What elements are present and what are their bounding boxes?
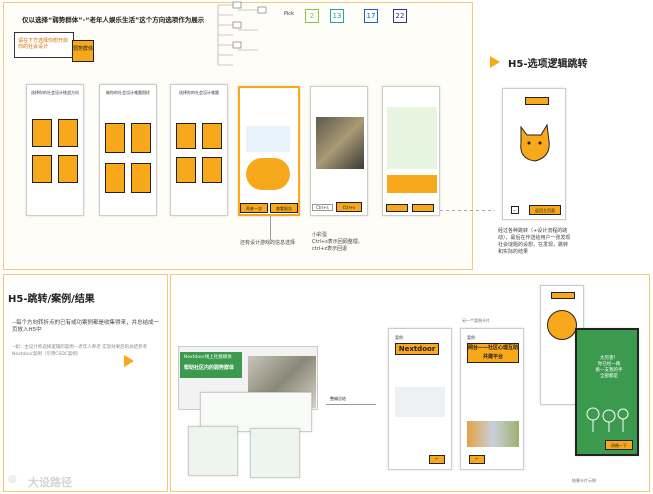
flow-card-4-image: [246, 158, 290, 190]
h5-cat-icon: [513, 121, 555, 165]
flow-card-6-chat: [387, 107, 437, 169]
result-characters: [583, 404, 633, 434]
more-label: 另一个案例卡片: [462, 318, 490, 323]
top-caption: 仅以选择“弱势群体”-“老年人娱乐生活”这个方向选项作为展示: [22, 16, 205, 24]
ctrl-key-2[interactable]: Ctrl+v: [336, 202, 362, 212]
flow-card-1-opt-b[interactable]: [58, 119, 78, 147]
result-back-cat: [547, 310, 577, 340]
result-text: 太厉害！ 你已经一路 挑一支我的手 全部都是: [595, 356, 623, 379]
flow-card-4: [238, 86, 300, 216]
flow-card-5-photo: [316, 117, 364, 169]
flow-card-3-opt-c[interactable]: [176, 157, 196, 183]
flow-card-6-banner: [387, 175, 437, 193]
case-card-2-photo: [467, 421, 519, 447]
web-subtitle: 帮助社区内的弱势群体: [184, 365, 235, 371]
case-card-2-back[interactable]: ←: [469, 455, 485, 464]
banner-text: 请在下方选择你想开启你的社会设计: [18, 38, 69, 50]
case-card-2-label: 案例: [467, 335, 475, 340]
case-card-1-title: Nextdoor: [395, 343, 439, 355]
case-card-1-label: 案例: [395, 335, 403, 340]
bottom-play-icon: [124, 355, 134, 367]
flow-card-1-opt-d[interactable]: [58, 155, 78, 183]
flow-card-2-opt-b[interactable]: [131, 123, 151, 153]
flow-card-3-opt-b[interactable]: [202, 123, 222, 149]
flow-tree: [213, 0, 273, 70]
pick-number-3: 17: [364, 9, 378, 23]
flow-card-2-opt-d[interactable]: [131, 163, 151, 193]
case-card-1: 案例 Nextdoor ←: [388, 328, 452, 470]
case-card-1-back[interactable]: ←: [429, 455, 445, 464]
summary-label: 整编总结: [330, 396, 346, 401]
pick-number-4: 22: [393, 9, 407, 23]
watermark-logo-icon: ◎: [8, 474, 17, 485]
bottom-desc: --每个方向转折点的已有或功案例都是收集得来，并总结成一页放入H5中: [12, 320, 159, 333]
h5-result-card: 返回主页面 ←: [502, 88, 566, 220]
other-note: 还有设计游戏的信息选择: [240, 240, 296, 246]
result-button[interactable]: 再做一下: [605, 440, 633, 450]
watermark: 大设路径: [28, 476, 72, 489]
flow-card-6: [382, 86, 440, 216]
bottom-desc-sub: --如：主设计师选择逻辑的案例—老年人养老·实现效果后的总结参考Nextdoor…: [12, 345, 148, 357]
flow-card-1-opt-a[interactable]: [32, 119, 52, 147]
flow-card-3-text: 选择你的社会设计难题: [179, 90, 219, 95]
flow-card-2: 被你的社会设计难题困扰: [99, 84, 157, 216]
web-card-2: [188, 426, 238, 476]
result-back-tag: [551, 292, 575, 299]
pick-number-2: 13: [330, 9, 344, 23]
ctrl-key-1[interactable]: Ctrl+s: [312, 204, 333, 211]
flow-card-3-opt-a[interactable]: [176, 123, 196, 149]
case-card-1-phones: [395, 387, 445, 417]
h5-tag: [525, 97, 549, 105]
web-card-3: [250, 428, 300, 478]
flow-card-1-opt-c[interactable]: [32, 155, 52, 183]
option-button-b[interactable]: [412, 204, 434, 212]
h5-play-icon: [490, 56, 500, 68]
flow-card-4-chart: [246, 126, 290, 152]
flow-card-1-text: 选择你的社会设计挑战方向: [31, 90, 79, 95]
flow-card-2-opt-a[interactable]: [105, 123, 125, 153]
result-caption: 结果卡片示例: [572, 478, 596, 483]
ctrl-note: 小彩蛋 Ctrl+s表示回顾整理。 ctrl+z表示回退: [312, 232, 363, 252]
flow-card-3: 选择你的社会设计难题: [170, 84, 228, 216]
case-card-2: 案例 网台——社区心理互助共建平台 ←: [460, 328, 524, 470]
web-title: Nextdoor线上社群媒体: [184, 355, 232, 360]
dashed-connector: [440, 210, 495, 211]
pick-number-1: 2: [305, 9, 319, 23]
restart-button[interactable]: 再来一次: [240, 203, 268, 213]
h5-back-button[interactable]: 返回主页面: [529, 205, 561, 215]
report-button[interactable]: 查看报告: [270, 203, 298, 213]
flow-card-5: [310, 86, 368, 216]
banner-button[interactable]: 弱势群体: [72, 40, 94, 62]
case-card-2-title: 网台——社区心理互助共建平台: [467, 343, 519, 363]
flow-card-2-opt-c[interactable]: [105, 163, 125, 193]
pick-label: Pick: [284, 11, 294, 17]
result-card-front: 太厉害！ 你已经一路 挑一支我的手 全部都是 再做一下: [575, 328, 639, 456]
h5-back-arrow[interactable]: ←: [511, 206, 519, 214]
flow-card-2-text: 被你的社会设计难题困扰: [106, 90, 150, 95]
h5-note: 经过各种跳转（+设计流程的跳动），最后在作送给用户一张发现社会谜题的设想，在发现…: [498, 228, 571, 255]
bottom-title: H5-跳转/案例/结果: [8, 294, 95, 305]
h5-title: H5-选项逻辑跳转: [508, 59, 588, 70]
summary-arrow: [326, 404, 376, 405]
option-button-a[interactable]: [386, 204, 408, 212]
bottom-panel: [3, 274, 168, 492]
flow-card-1: 选择你的社会设计挑战方向: [26, 84, 84, 216]
connector-1: [270, 216, 271, 240]
flow-card-3-opt-d[interactable]: [202, 157, 222, 183]
